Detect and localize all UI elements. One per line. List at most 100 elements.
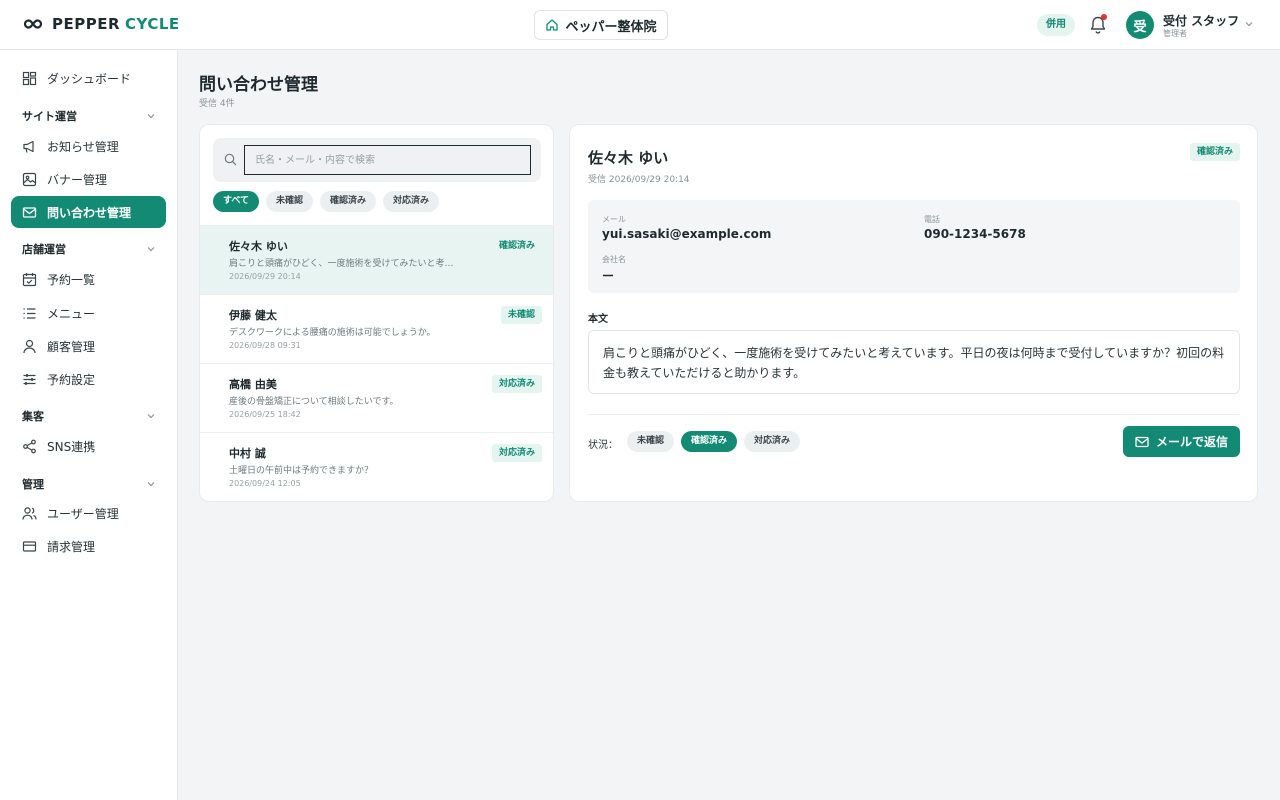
sidebar-section-marketing[interactable]: 集客 bbox=[22, 408, 156, 424]
company-label: 会社名 bbox=[602, 255, 626, 264]
inquiry-sender-name: 高橋 由美 bbox=[229, 378, 277, 391]
sidebar: ダッシュボード サイト運営 お知らせ管理 バナー管理 問い合わせ管理 店舗運営 bbox=[0, 50, 178, 800]
sidebar-section-admin[interactable]: 管理 bbox=[22, 476, 156, 492]
inquiry-sender-name: 伊藤 健太 bbox=[229, 309, 277, 322]
email-value[interactable]: yui.sasaki@example.com bbox=[602, 227, 771, 241]
sidebar-item-label: ダッシュボード bbox=[47, 71, 132, 86]
inquiry-list-item[interactable]: 中村 誠 土曜日の午前中は予約できますか？ 2026/09/24 12:05 対… bbox=[200, 432, 553, 501]
calendar-check-icon bbox=[22, 272, 37, 286]
status-badge: 対応済み bbox=[491, 444, 542, 462]
user-icon bbox=[23, 339, 36, 353]
inquiry-date: 2026/09/29 20:14 bbox=[229, 272, 301, 281]
home-icon bbox=[546, 19, 559, 31]
top-bar: PEPPER CYCLE ペッパー整体院 併用 受 受付 スタッフ 管理者 bbox=[0, 0, 1280, 50]
sidebar-item-users[interactable]: ユーザー管理 bbox=[11, 497, 166, 529]
notification-dot bbox=[1101, 14, 1107, 20]
sidebar-item-menu[interactable]: メニュー bbox=[11, 297, 166, 329]
inquiry-date: 2026/09/24 12:05 bbox=[229, 479, 301, 488]
status-badge: 未確認 bbox=[500, 306, 542, 324]
inquiry-date: 2026/09/25 18:42 bbox=[229, 410, 301, 419]
sidebar-item-label: 予約設定 bbox=[47, 372, 96, 387]
sidebar-item-billing[interactable]: 請求管理 bbox=[11, 530, 166, 562]
brand-name-part1: PEPPER bbox=[52, 15, 121, 33]
inquiry-list-panel: すべて 未確認 確認済み 対応済み 佐々木 ゆい 肩こりと頭痛がひどく、一度施術… bbox=[199, 124, 554, 502]
inquiry-preview: 肩こりと頭痛がひどく、一度施術を受けてみたいと考… bbox=[229, 259, 454, 269]
brand-name-part2: CYCLE bbox=[125, 15, 180, 33]
divider bbox=[588, 414, 1240, 415]
inquiry-preview: 土曜日の午前中は予約できますか？ bbox=[229, 466, 374, 476]
sidebar-item-reservations[interactable]: 予約一覧 bbox=[11, 263, 166, 295]
megaphone-icon bbox=[23, 140, 34, 153]
infinity-logo-icon bbox=[24, 19, 42, 29]
sidebar-item-label: 請求管理 bbox=[47, 539, 96, 554]
contact-info-box: メール yui.sasaki@example.com 電話 090-1234-5… bbox=[588, 200, 1240, 293]
inquiry-sender-name: 佐々木 ゆい bbox=[229, 240, 288, 253]
reply-button-label: メールで返信 bbox=[1155, 435, 1228, 449]
sidebar-item-label: 顧客管理 bbox=[47, 339, 96, 354]
credit-card-icon bbox=[22, 540, 37, 552]
inquiry-date: 2026/09/28 09:31 bbox=[229, 341, 301, 350]
page-subtitle: 受信 4件 bbox=[199, 99, 235, 109]
search-icon bbox=[224, 153, 237, 166]
sidebar-section-label: 管理 bbox=[22, 478, 44, 491]
user-avatar[interactable]: 受 bbox=[1126, 11, 1154, 39]
detail-received-date: 受信 2026/09/29 20:14 bbox=[588, 175, 690, 185]
inquiry-list-item[interactable]: 高橋 由美 産後の骨盤矯正について相談したいです。 2026/09/25 18:… bbox=[200, 363, 553, 432]
inquiry-list-item[interactable]: 伊藤 健太 デスクワークによる腰痛の施術は可能でしょうか。 2026/09/28… bbox=[200, 294, 553, 363]
sidebar-item-label: SNS連携 bbox=[47, 439, 96, 454]
dashboard-icon bbox=[22, 71, 37, 85]
sidebar-item-booking-settings[interactable]: 予約設定 bbox=[11, 363, 166, 395]
page-title: 問い合わせ管理 bbox=[199, 75, 318, 95]
sidebar-item-inquiry[interactable]: 問い合わせ管理 bbox=[11, 196, 166, 228]
user-name[interactable]: 受付 スタッフ bbox=[1163, 12, 1239, 29]
image-icon bbox=[22, 172, 37, 186]
sidebar-item-banner[interactable]: バナー管理 bbox=[11, 163, 166, 195]
sidebar-item-label: バナー管理 bbox=[47, 172, 108, 187]
inquiry-list-item[interactable]: 佐々木 ゆい 肩こりと頭痛がひどく、一度施術を受けてみたいと考… 2026/09… bbox=[200, 225, 553, 294]
status-badge: 確認済み bbox=[498, 241, 535, 251]
filter-handled[interactable]: 対応済み bbox=[383, 191, 440, 212]
sidebar-section-label: 集客 bbox=[22, 410, 44, 423]
status-option-handled[interactable]: 対応済み bbox=[744, 431, 801, 452]
inquiry-preview: 産後の骨盤矯正について相談したいです。 bbox=[229, 397, 399, 407]
chevron-down-icon bbox=[147, 414, 155, 419]
sidebar-item-sns[interactable]: SNS連携 bbox=[11, 430, 166, 462]
phone-label: 電話 bbox=[924, 215, 940, 224]
reply-by-email-button[interactable]: メールで返信 bbox=[1123, 426, 1240, 457]
chevron-down-icon bbox=[147, 114, 155, 119]
sidebar-item-label: 問い合わせ管理 bbox=[47, 205, 132, 220]
status-badge: 対応済み bbox=[491, 375, 542, 393]
filter-confirmed[interactable]: 確認済み bbox=[320, 191, 377, 212]
filter-all[interactable]: すべて bbox=[213, 191, 260, 212]
mail-icon bbox=[22, 206, 37, 218]
sidebar-section-site[interactable]: サイト運営 bbox=[22, 108, 156, 124]
search-bar bbox=[213, 138, 541, 182]
sidebar-item-dashboard[interactable]: ダッシュボード bbox=[11, 62, 166, 94]
sidebar-item-news[interactable]: お知らせ管理 bbox=[11, 130, 166, 162]
phone-value[interactable]: 090-1234-5678 bbox=[924, 227, 1026, 241]
filter-unconfirmed[interactable]: 未確認 bbox=[266, 191, 314, 212]
chevron-down-icon[interactable] bbox=[1244, 19, 1254, 29]
inquiry-sender-name: 中村 誠 bbox=[229, 447, 266, 460]
store-selector-button[interactable]: ペッパー整体院 bbox=[534, 10, 668, 40]
status-option-confirmed[interactable]: 確認済み bbox=[681, 431, 738, 452]
user-role: 管理者 bbox=[1163, 29, 1187, 38]
sidebar-section-label: サイト運営 bbox=[22, 110, 77, 123]
inquiry-detail-panel: 佐々木 ゆい 受信 2026/09/29 20:14 確認済み メール yui.… bbox=[569, 124, 1258, 502]
status-option-unconfirmed[interactable]: 未確認 bbox=[627, 431, 675, 452]
status-selector: 未確認 確認済み 対応済み bbox=[627, 431, 801, 452]
list-icon bbox=[23, 307, 36, 319]
status-label: 状況： bbox=[588, 440, 618, 451]
filter-tabs: すべて 未確認 確認済み 対応済み bbox=[213, 191, 440, 212]
users-icon bbox=[22, 506, 37, 520]
inquiry-preview: デスクワークによる腰痛の施術は可能でしょうか。 bbox=[229, 328, 436, 338]
search-input[interactable] bbox=[244, 145, 531, 175]
brand-logo[interactable]: PEPPER CYCLE bbox=[24, 15, 180, 33]
mail-icon bbox=[1135, 436, 1149, 447]
status-badge: 確認済み bbox=[1189, 143, 1240, 161]
inquiry-body: 肩こりと頭痛がひどく、一度施術を受けてみたいと考えています。平日の夜は何時まで受… bbox=[588, 330, 1240, 394]
body-label: 本文 bbox=[588, 314, 608, 325]
store-name: ペッパー整体院 bbox=[565, 19, 657, 35]
sidebar-item-customers[interactable]: 顧客管理 bbox=[11, 330, 166, 362]
sidebar-section-store[interactable]: 店舗運営 bbox=[22, 241, 156, 257]
